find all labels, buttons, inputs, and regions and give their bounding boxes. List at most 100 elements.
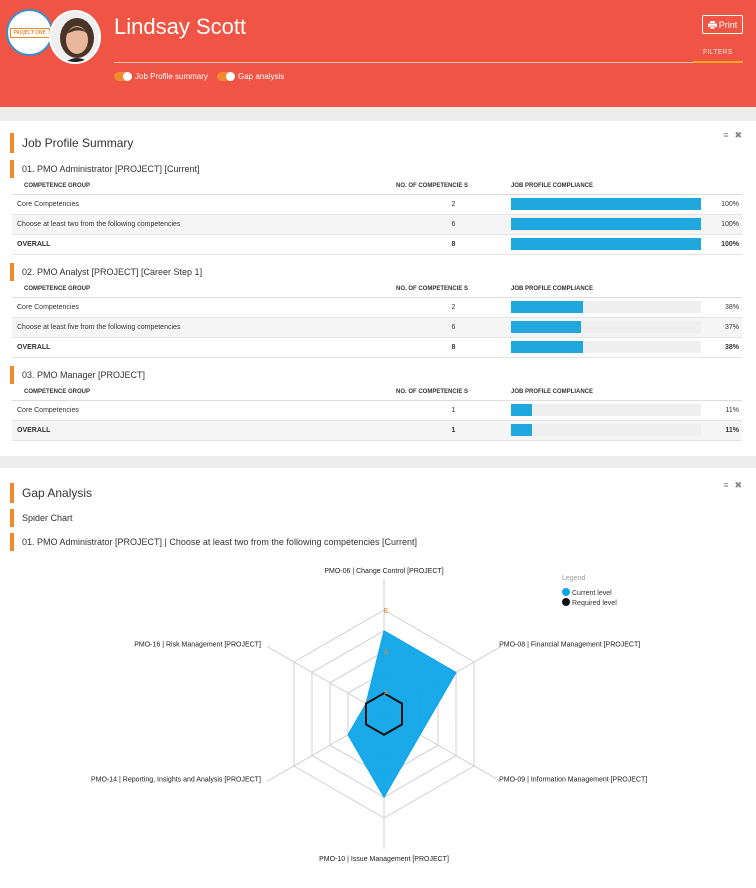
compliance-bar (511, 321, 701, 333)
panel-tools: ≡ ✖ (723, 130, 742, 141)
profile-title: 01. PMO Administrator [PROJECT] [Current… (10, 160, 200, 178)
compliance-fill (511, 321, 582, 333)
compliance-bar (511, 404, 701, 416)
level-label: F (384, 691, 388, 698)
row-pct: 11% (707, 400, 742, 421)
axis-label: PMO-14 | Reporting, Insights and Analysi… (91, 777, 261, 784)
legend-label: Required level (572, 600, 617, 607)
col-compliance: JOB PROFILE COMPLIANCE (511, 385, 707, 401)
col-group: COMPETENCE GROUP (12, 385, 396, 401)
overall-count: 1 (396, 420, 511, 441)
toggle-label: Job Profile summary (135, 72, 208, 81)
printer-icon (707, 20, 717, 29)
job-profile-panel: Job Profile Summary ≡ ✖ 01. PMO Administ… (0, 121, 756, 456)
spider-chart: F A E PMO-06 | Change Control [PROJECT] PMO-… (91, 568, 647, 863)
overall-label: OVERALL (12, 337, 396, 358)
axis-label: PMO-06 | Change Control [PROJECT] (324, 568, 443, 575)
col-count: NO. OF COMPETENCIE S (396, 282, 511, 298)
print-button[interactable]: Print (702, 15, 743, 34)
compliance-bar (511, 424, 701, 436)
row-group: Choose at least two from the following c… (12, 214, 396, 235)
table-row: Core Competencies 2 38% (12, 297, 742, 318)
row-pct: 100% (707, 194, 742, 215)
axis-label: PMO-09 | Information Management [PROJECT… (499, 777, 647, 784)
row-group: Core Competencies (12, 297, 396, 318)
table-row: Choose at least two from the following c… (12, 214, 742, 235)
close-icon[interactable]: ✖ (734, 130, 742, 141)
axis-label: PMO-16 | Risk Management [PROJECT] (134, 641, 261, 648)
profile-table: COMPETENCE GROUP NO. OF COMPETENCIE S JO… (12, 282, 742, 358)
toggle-switch[interactable] (114, 72, 132, 81)
table-row: Core Competencies 2 100% (12, 194, 742, 215)
close-icon[interactable]: ✖ (734, 480, 742, 491)
toggle-gap-analysis[interactable]: Gap analysis (217, 72, 284, 81)
chart-heading: Spider Chart (10, 509, 73, 527)
profile-table: COMPETENCE GROUP NO. OF COMPETENCIE S JO… (12, 385, 742, 441)
overall-count: 8 (396, 337, 511, 358)
user-name: Lindsay Scott (114, 14, 247, 39)
row-group: Core Competencies (12, 194, 396, 215)
overall-row: OVERALL 8 100% (12, 234, 742, 255)
panel-title: Job Profile Summary (10, 133, 133, 153)
row-pct: 38% (707, 297, 742, 318)
filters-underline (693, 61, 743, 63)
toggle-label: Gap analysis (238, 72, 285, 81)
profile-title: 03. PMO Manager [PROJECT] (10, 366, 145, 384)
compliance-bar (511, 218, 701, 230)
legend-swatch (562, 598, 570, 606)
overall-pct: 100% (707, 234, 742, 255)
compliance-bar (511, 341, 701, 353)
legend-swatch (562, 588, 570, 596)
row-count: 2 (396, 194, 511, 215)
list-icon[interactable]: ≡ (723, 130, 728, 141)
col-group: COMPETENCE GROUP (12, 179, 396, 195)
profile-header: PROJECT ONE Lindsay Scott Print FILTERS … (0, 0, 756, 107)
table-row: Core Competencies 1 11% (12, 400, 742, 421)
legend-title: Legend (562, 575, 585, 582)
overall-count: 8 (396, 234, 511, 255)
overall-pct: 38% (707, 337, 742, 358)
compliance-fill (511, 424, 532, 436)
row-count: 2 (396, 297, 511, 318)
compliance-fill (511, 238, 701, 250)
toggle-switch[interactable] (217, 72, 235, 81)
print-label: Print (718, 19, 738, 30)
panel-tools: ≡ ✖ (723, 480, 742, 491)
toggle-job-profile[interactable]: Job Profile summary (114, 72, 208, 81)
axis-label: PMO-10 | Issue Management [PROJECT] (319, 856, 449, 863)
overall-row: OVERALL 1 11% (12, 420, 742, 441)
overall-label: OVERALL (12, 420, 396, 441)
axis-label: PMO-08 | Financial Management [PROJECT] (499, 641, 640, 648)
overall-label: OVERALL (12, 234, 396, 255)
row-pct: 37% (707, 317, 742, 338)
compliance-fill (511, 341, 584, 353)
chart-subtitle: 01. PMO Administrator [PROJECT] | Choose… (10, 533, 417, 551)
compliance-fill (511, 301, 584, 313)
overall-pct: 11% (707, 420, 742, 441)
col-count: NO. OF COMPETENCIE S (396, 385, 511, 401)
col-compliance: JOB PROFILE COMPLIANCE (511, 282, 707, 298)
compliance-bar (511, 301, 701, 313)
col-count: NO. OF COMPETENCIE S (396, 179, 511, 195)
level-label: A (384, 650, 389, 657)
row-group: Core Competencies (12, 400, 396, 421)
company-logo: PROJECT ONE (6, 9, 53, 56)
panel-title: Gap Analysis (10, 483, 92, 503)
profile-table: COMPETENCE GROUP NO. OF COMPETENCIE S JO… (12, 179, 742, 255)
avatar (49, 10, 101, 64)
overall-row: OVERALL 8 38% (12, 337, 742, 358)
compliance-bar (511, 238, 701, 250)
level-label: E (384, 608, 389, 615)
table-row: Choose at least five from the following … (12, 317, 742, 338)
list-icon[interactable]: ≡ (723, 480, 728, 491)
compliance-fill (511, 218, 701, 230)
filters-link[interactable]: FILTERS (703, 49, 733, 56)
row-count: 1 (396, 400, 511, 421)
compliance-bar (511, 198, 701, 210)
col-group: COMPETENCE GROUP (12, 282, 396, 298)
row-group: Choose at least five from the following … (12, 317, 396, 338)
profile-title: 02. PMO Analyst [PROJECT] [Career Step 1… (10, 263, 202, 281)
legend-label: Current level (572, 590, 612, 597)
row-count: 6 (396, 214, 511, 235)
compliance-fill (511, 198, 701, 210)
